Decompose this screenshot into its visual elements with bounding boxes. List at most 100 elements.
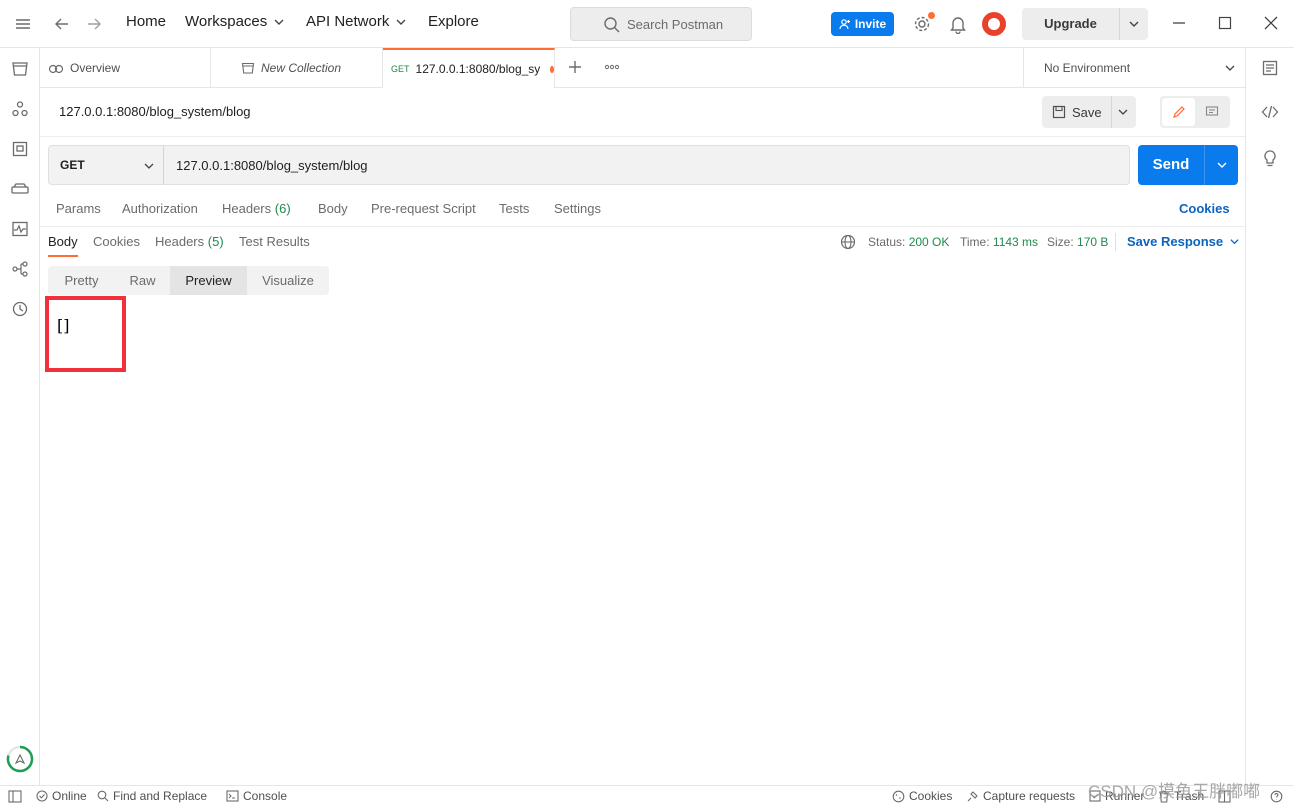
- lightbulb-icon[interactable]: [1261, 149, 1279, 169]
- chevron-down-icon[interactable]: [1117, 106, 1129, 118]
- time-value: 1143 ms: [992, 235, 1039, 249]
- method-label: GET: [60, 158, 85, 172]
- environments-icon[interactable]: [10, 139, 30, 159]
- tab-overview[interactable]: Overview: [40, 48, 211, 88]
- more-tabs-icon[interactable]: [604, 62, 620, 72]
- method-select[interactable]: GET: [48, 145, 164, 185]
- history-icon[interactable]: [10, 299, 30, 319]
- nav-home[interactable]: Home: [126, 13, 166, 30]
- upgrade-button[interactable]: Upgrade: [1022, 8, 1148, 40]
- apis-icon[interactable]: [10, 99, 30, 119]
- avatar[interactable]: [982, 12, 1006, 36]
- console-button[interactable]: Console: [226, 789, 287, 803]
- minimize-icon[interactable]: [1171, 15, 1187, 31]
- chevron-down-icon: [396, 19, 406, 25]
- help-icon[interactable]: [1270, 790, 1283, 803]
- send-button[interactable]: Send: [1138, 145, 1238, 185]
- console-icon: [226, 790, 239, 802]
- response-tab-body[interactable]: Body: [48, 234, 78, 257]
- tab-prerequest-script[interactable]: Pre-request Script: [371, 201, 476, 216]
- tab-new-collection[interactable]: New Collection: [211, 48, 383, 88]
- response-status[interactable]: Status: 200 OK: [868, 235, 949, 249]
- tab-headers-label: Headers: [222, 201, 272, 216]
- search-icon: [604, 17, 620, 33]
- response-tab-test-results[interactable]: Test Results: [239, 234, 310, 249]
- toggle-sidebar-icon[interactable]: [8, 790, 22, 803]
- cookies-link[interactable]: Cookies: [1179, 201, 1230, 216]
- find-replace-label: Find and Replace: [113, 789, 208, 803]
- cookies-button[interactable]: Cookies: [892, 789, 952, 803]
- mock-servers-icon[interactable]: [10, 179, 30, 199]
- tab-tests[interactable]: Tests: [499, 201, 529, 216]
- nav-explore[interactable]: Explore: [428, 13, 479, 30]
- response-tab-cookies[interactable]: Cookies: [93, 234, 140, 249]
- find-replace-button[interactable]: Find and Replace: [97, 789, 207, 803]
- url-value: 127.0.0.1:8080/blog_system/blog: [176, 157, 368, 173]
- collections-icon[interactable]: [10, 59, 30, 79]
- satellite-icon: [967, 790, 978, 801]
- status-value: 200 OK: [908, 235, 950, 249]
- capture-requests-button[interactable]: Capture requests: [966, 789, 1075, 803]
- response-headers-count: (5): [207, 234, 224, 249]
- invite-button[interactable]: Invite: [831, 12, 894, 36]
- edit-mode-toggle: [1160, 96, 1230, 128]
- status-label: Status:: [868, 235, 906, 249]
- headers-count: (6): [274, 201, 291, 216]
- environment-select[interactable]: No Environment: [1023, 48, 1245, 88]
- save-button[interactable]: Save: [1042, 96, 1136, 128]
- monitors-icon[interactable]: [10, 219, 30, 239]
- chevron-down-icon[interactable]: [1216, 159, 1228, 171]
- add-user-icon: [839, 19, 850, 30]
- response-tab-headers[interactable]: Headers (5): [155, 234, 224, 249]
- flows-icon[interactable]: [10, 259, 30, 279]
- chevron-down-icon: [1230, 239, 1239, 245]
- documentation-icon[interactable]: [1261, 59, 1279, 77]
- chevron-down-icon[interactable]: [1128, 18, 1140, 30]
- request-title[interactable]: 127.0.0.1:8080/blog_system/blog: [59, 104, 251, 119]
- response-size[interactable]: Size: 170 B: [1047, 235, 1108, 249]
- upgrade-label: Upgrade: [1022, 8, 1120, 40]
- maximize-icon[interactable]: [1217, 15, 1233, 31]
- unsaved-dot: [550, 65, 554, 73]
- save-response-button[interactable]: Save Response: [1127, 234, 1240, 249]
- invite-label: Invite: [854, 17, 887, 31]
- tab-settings[interactable]: Settings: [554, 201, 601, 216]
- forward-arrow-icon[interactable]: [85, 15, 103, 33]
- bell-icon[interactable]: [949, 14, 967, 34]
- view-mode-raw[interactable]: Raw: [115, 266, 170, 295]
- url-input[interactable]: 127.0.0.1:8080/blog_system/blog: [163, 145, 1130, 185]
- code-icon[interactable]: [1261, 103, 1279, 121]
- tab-params[interactable]: Params: [56, 201, 101, 216]
- tab-headers[interactable]: Headers (6): [222, 201, 291, 216]
- send-label: Send: [1138, 145, 1205, 185]
- response-time[interactable]: Time: 1143 ms: [960, 235, 1038, 249]
- view-mode-pretty[interactable]: Pretty: [48, 266, 115, 295]
- view-mode-preview[interactable]: Preview: [170, 266, 247, 295]
- add-tab-icon[interactable]: [567, 59, 583, 75]
- console-label: Console: [243, 789, 288, 803]
- comments-icon[interactable]: [1195, 98, 1228, 126]
- menu-icon[interactable]: [14, 15, 32, 33]
- right-sidebar: [1245, 48, 1294, 785]
- tab-request[interactable]: GET 127.0.0.1:8080/blog_sy: [383, 48, 555, 88]
- globe-icon[interactable]: [840, 234, 856, 250]
- close-icon[interactable]: [1263, 15, 1279, 31]
- divider: [40, 226, 1245, 227]
- online-status[interactable]: Online: [36, 789, 87, 803]
- tab-new-collection-label: New Collection: [261, 61, 342, 75]
- overview-icon: [48, 64, 64, 74]
- divider: [1115, 233, 1116, 251]
- bootcamp-progress-icon[interactable]: [6, 745, 34, 773]
- view-mode-visualize[interactable]: Visualize: [247, 266, 329, 295]
- tab-body[interactable]: Body: [318, 201, 348, 216]
- cookie-icon: [892, 790, 905, 802]
- nav-workspaces[interactable]: Workspaces: [185, 13, 285, 30]
- online-label: Online: [52, 789, 87, 803]
- chevron-down-icon: [144, 163, 154, 169]
- tab-authorization[interactable]: Authorization: [122, 201, 198, 216]
- nav-api-network[interactable]: API Network: [306, 13, 407, 30]
- back-arrow-icon[interactable]: [53, 15, 71, 33]
- notification-dot: [928, 12, 935, 19]
- edit-pencil-icon[interactable]: [1162, 98, 1195, 126]
- search-input[interactable]: Search Postman: [570, 7, 752, 41]
